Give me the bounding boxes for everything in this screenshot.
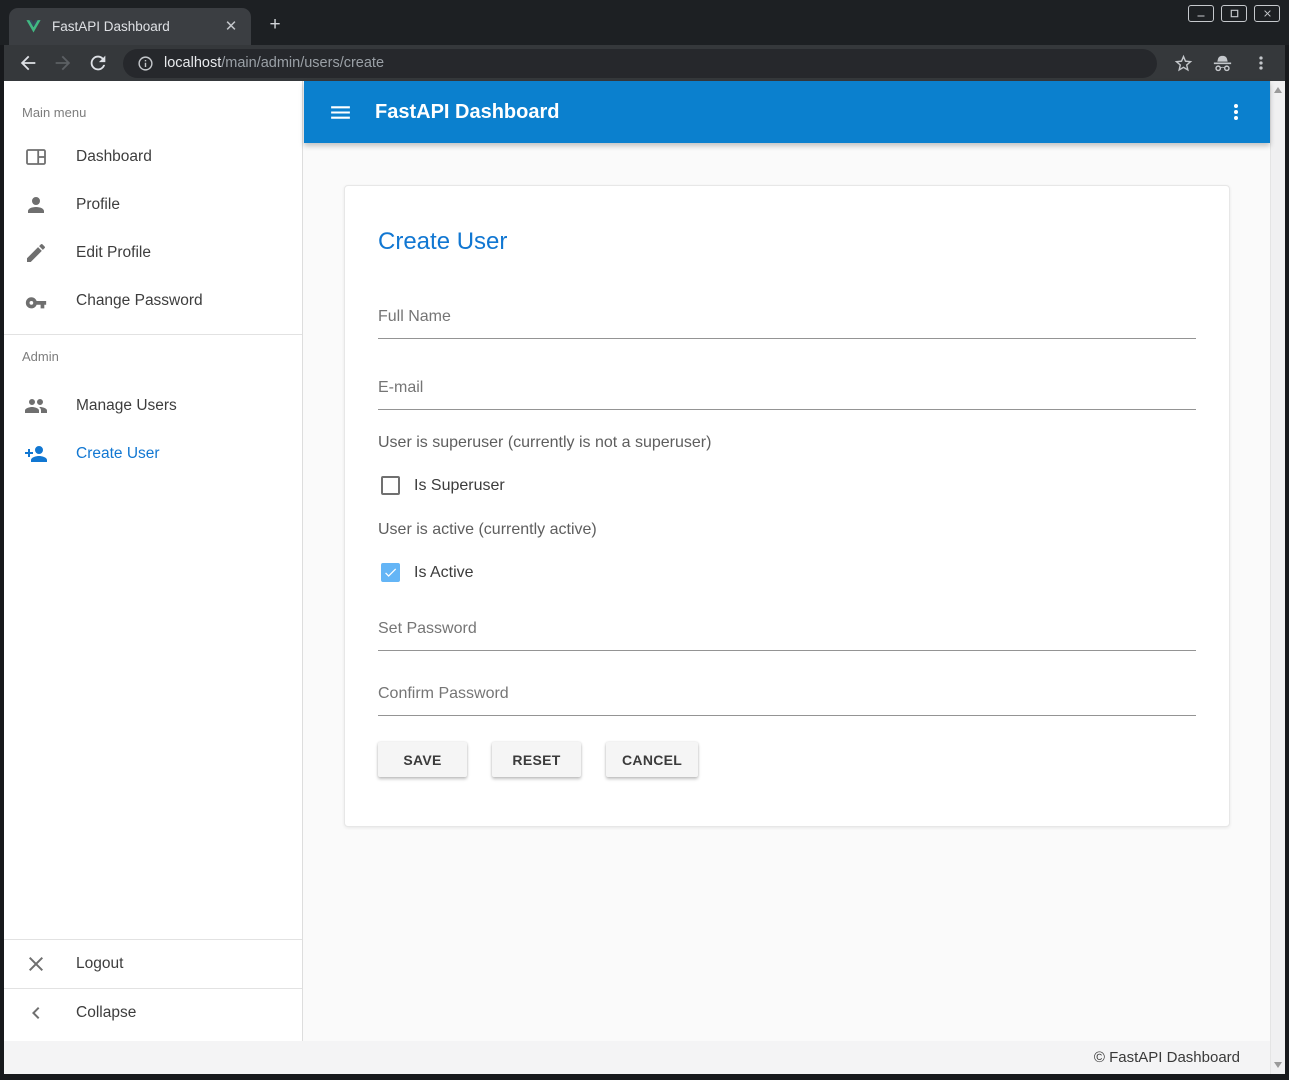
is-active-checkbox-row[interactable]: Is Active bbox=[378, 563, 1196, 582]
sidebar-item-label: Manage Users bbox=[76, 397, 177, 415]
minimize-icon bbox=[1195, 8, 1207, 20]
email-input[interactable] bbox=[378, 375, 1196, 410]
full-name-field-wrap bbox=[378, 304, 1196, 339]
browser-tab[interactable]: FastAPI Dashboard ✕ bbox=[9, 8, 251, 45]
sidebar-item-edit-profile[interactable]: Edit Profile bbox=[4, 229, 302, 277]
sidebar-bottom: Logout Collapse bbox=[4, 939, 302, 1037]
confirm-password-input[interactable] bbox=[378, 681, 1196, 716]
sidebar: Main menu Dashboard Profile Edit Profile… bbox=[4, 81, 303, 1041]
browser-toolbar: localhost/main/admin/users/create bbox=[4, 45, 1285, 81]
incognito-icon bbox=[1211, 52, 1234, 75]
window-minimize-button[interactable] bbox=[1188, 5, 1214, 22]
hamburger-menu-icon[interactable] bbox=[328, 100, 353, 125]
confirm-password-field-wrap bbox=[378, 681, 1196, 716]
sidebar-item-create-user[interactable]: Create User bbox=[4, 430, 302, 478]
reset-button[interactable]: RESET bbox=[492, 742, 581, 777]
active-hint: User is active (currently active) bbox=[378, 521, 1196, 539]
sidebar-item-change-password[interactable]: Change Password bbox=[4, 277, 302, 325]
tab-close-icon[interactable]: ✕ bbox=[221, 17, 241, 37]
forward-button[interactable] bbox=[52, 52, 74, 74]
full-name-input[interactable] bbox=[378, 304, 1196, 339]
main-area: FastAPI Dashboard Create User User is su… bbox=[304, 81, 1270, 1041]
page-title: Create User bbox=[378, 226, 1196, 258]
sidebar-item-label: Profile bbox=[76, 196, 120, 214]
form-buttons: SAVE RESET CANCEL bbox=[378, 742, 1196, 777]
people-icon bbox=[24, 394, 48, 418]
page-scrollbar[interactable] bbox=[1270, 81, 1285, 1074]
close-icon bbox=[1262, 8, 1273, 19]
window-maximize-button[interactable] bbox=[1221, 5, 1247, 22]
sidebar-section-main-menu: Main menu bbox=[22, 105, 302, 120]
sidebar-divider bbox=[4, 334, 302, 335]
info-icon[interactable] bbox=[137, 55, 154, 72]
sidebar-item-collapse[interactable]: Collapse bbox=[4, 989, 302, 1037]
url-path: /main/admin/users/create bbox=[221, 55, 384, 71]
window-controls bbox=[1188, 5, 1280, 22]
create-user-card: Create User User is superuser (currently… bbox=[344, 185, 1230, 827]
reload-button[interactable] bbox=[87, 52, 109, 74]
set-password-input[interactable] bbox=[378, 616, 1196, 651]
toolbar-right bbox=[1157, 52, 1285, 75]
app-header: FastAPI Dashboard bbox=[304, 81, 1270, 143]
is-superuser-checkbox-row[interactable]: Is Superuser bbox=[378, 476, 1196, 495]
sidebar-item-label: Collapse bbox=[76, 1004, 136, 1022]
sidebar-section-admin: Admin bbox=[22, 349, 302, 364]
sidebar-item-label: Create User bbox=[76, 445, 160, 463]
sidebar-admin-list: Manage Users Create User bbox=[4, 382, 302, 478]
sidebar-item-dashboard[interactable]: Dashboard bbox=[4, 133, 302, 181]
sidebar-item-label: Edit Profile bbox=[76, 244, 151, 262]
app-menu-kebab-icon[interactable] bbox=[1224, 100, 1248, 124]
copyright-text: © FastAPI Dashboard bbox=[1094, 1049, 1240, 1066]
scroll-down-icon[interactable] bbox=[1274, 1062, 1282, 1068]
email-field-wrap bbox=[378, 375, 1196, 410]
person-icon bbox=[24, 193, 48, 217]
cancel-button[interactable]: CANCEL bbox=[606, 742, 698, 777]
is-superuser-label: Is Superuser bbox=[414, 477, 505, 495]
sidebar-item-profile[interactable]: Profile bbox=[4, 181, 302, 229]
new-tab-button[interactable]: + bbox=[262, 13, 288, 39]
page-viewport: Main menu Dashboard Profile Edit Profile… bbox=[4, 81, 1285, 1074]
key-icon bbox=[24, 289, 48, 313]
app-title: FastAPI Dashboard bbox=[375, 101, 1224, 124]
save-button[interactable]: SAVE bbox=[378, 742, 467, 777]
is-active-checkbox[interactable] bbox=[381, 563, 400, 582]
window-close-button[interactable] bbox=[1254, 5, 1280, 22]
is-active-label: Is Active bbox=[414, 564, 474, 582]
url-host: localhost bbox=[164, 55, 221, 71]
sidebar-item-label: Logout bbox=[76, 955, 123, 973]
tab-title: FastAPI Dashboard bbox=[52, 19, 221, 34]
person-add-icon bbox=[24, 442, 48, 466]
sidebar-item-logout[interactable]: Logout bbox=[4, 940, 302, 988]
scroll-up-icon[interactable] bbox=[1274, 87, 1282, 93]
sidebar-item-label: Change Password bbox=[76, 292, 203, 310]
superuser-hint: User is superuser (currently is not a su… bbox=[378, 434, 1196, 452]
sidebar-item-label: Dashboard bbox=[76, 148, 152, 166]
maximize-icon bbox=[1229, 8, 1240, 19]
back-button[interactable] bbox=[17, 52, 39, 74]
sidebar-main-list: Dashboard Profile Edit Profile Change Pa… bbox=[4, 133, 302, 325]
chevron-left-icon bbox=[24, 1001, 48, 1025]
check-icon bbox=[383, 565, 398, 580]
pencil-icon bbox=[24, 241, 48, 265]
page-footer: © FastAPI Dashboard bbox=[4, 1041, 1270, 1074]
address-bar[interactable]: localhost/main/admin/users/create bbox=[123, 49, 1157, 78]
sidebar-item-manage-users[interactable]: Manage Users bbox=[4, 382, 302, 430]
dashboard-icon bbox=[24, 145, 48, 169]
browser-tab-strip: FastAPI Dashboard ✕ + bbox=[0, 0, 1289, 45]
close-icon bbox=[24, 952, 48, 976]
vue-logo-icon bbox=[25, 18, 42, 35]
bookmark-star-icon[interactable] bbox=[1173, 53, 1194, 74]
set-password-field-wrap bbox=[378, 616, 1196, 651]
browser-menu-icon[interactable] bbox=[1251, 53, 1271, 73]
is-superuser-checkbox[interactable] bbox=[381, 476, 400, 495]
